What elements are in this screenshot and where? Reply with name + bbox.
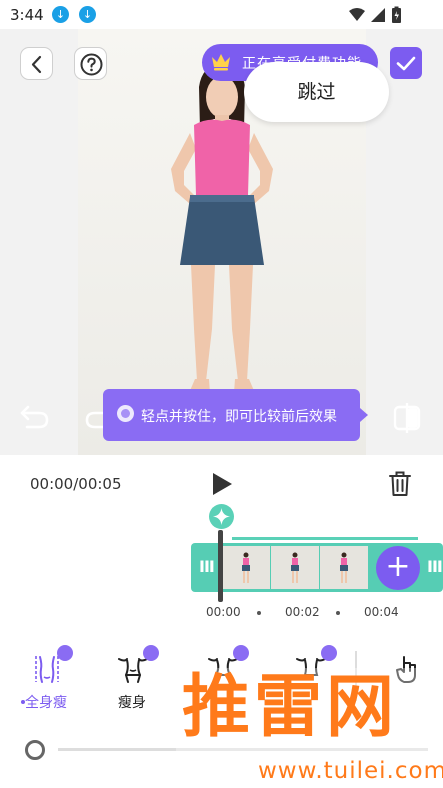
tool-label: 全身瘦: [25, 695, 67, 711]
download-icon: ↓: [79, 6, 96, 23]
add-clip-button[interactable]: +: [376, 546, 420, 590]
tick-dot: [336, 611, 340, 615]
compare-tooltip-text: 轻点并按住，即可比较前后效果: [141, 409, 337, 425]
tick-dot: [257, 611, 261, 615]
watermark-logo-text: 推雷网: [182, 668, 399, 747]
trim-handle-right[interactable]: III: [427, 557, 443, 576]
vip-crown-icon: [57, 645, 73, 661]
signal-icon: [371, 8, 385, 22]
tap-hint-icon: [117, 405, 134, 422]
person-thumbnail: [242, 552, 250, 583]
intensity-slider-knob[interactable]: [25, 740, 45, 760]
timeline-tick: 00:00: [206, 605, 241, 619]
play-button[interactable]: [209, 471, 235, 501]
tool-full-body-slim[interactable]: 全身瘦: [6, 645, 86, 715]
help-button[interactable]: [74, 47, 107, 80]
timeline-track: [232, 537, 418, 540]
help-icon: [80, 53, 103, 76]
tooltip-arrow: [360, 408, 368, 422]
wifi-icon: [349, 8, 365, 21]
status-bar: 3:44 ↓ ↓: [0, 0, 443, 29]
tool-label: 瘦身: [118, 695, 146, 711]
tool-body-slim[interactable]: 瘦身: [92, 645, 172, 715]
back-button[interactable]: [20, 47, 53, 80]
clip-thumbnail: [271, 546, 319, 589]
download-icon: ↓: [52, 6, 69, 23]
trash-icon: [389, 471, 411, 496]
skip-button[interactable]: 跳过: [244, 62, 389, 122]
vip-crown-icon: [143, 645, 159, 661]
clip-thumbnail: [222, 546, 270, 589]
playhead[interactable]: [218, 530, 223, 602]
vip-crown-icon: [321, 645, 337, 661]
time-readout: 00:00/00:05: [30, 475, 122, 493]
trim-handle-left[interactable]: III: [199, 557, 215, 576]
compare-button[interactable]: [392, 401, 422, 439]
timeline-tick: 00:04: [364, 605, 399, 619]
checkmark-icon: [396, 56, 416, 71]
chevron-left-icon: [31, 55, 42, 74]
vip-crown-icon: [233, 645, 249, 661]
compare-tooltip: 轻点并按住，即可比较前后效果: [103, 389, 368, 441]
delete-button[interactable]: [388, 470, 412, 502]
status-icons: [347, 6, 413, 28]
watermark-url: www.tuilei.com: [258, 758, 443, 784]
watermark: 推雷网 www.tuilei.com: [176, 668, 443, 788]
compare-icon: [393, 403, 421, 433]
sparkle-icon: [213, 508, 230, 525]
undo-icon: [20, 405, 49, 429]
timeline-tick: 00:02: [285, 605, 320, 619]
crown-icon: [212, 54, 230, 71]
keyframe-marker[interactable]: [209, 504, 234, 529]
status-time: 3:44: [10, 6, 44, 24]
preview-area[interactable]: 正在享受付费功能 跳过 轻点并按住，即可比较前后效果: [0, 29, 443, 455]
clip-thumbnail: [320, 546, 368, 589]
play-icon: [213, 473, 232, 495]
person-thumbnail: [340, 552, 348, 583]
undo-button[interactable]: [18, 401, 52, 435]
person-thumbnail: [291, 552, 299, 583]
confirm-button[interactable]: [390, 47, 422, 79]
